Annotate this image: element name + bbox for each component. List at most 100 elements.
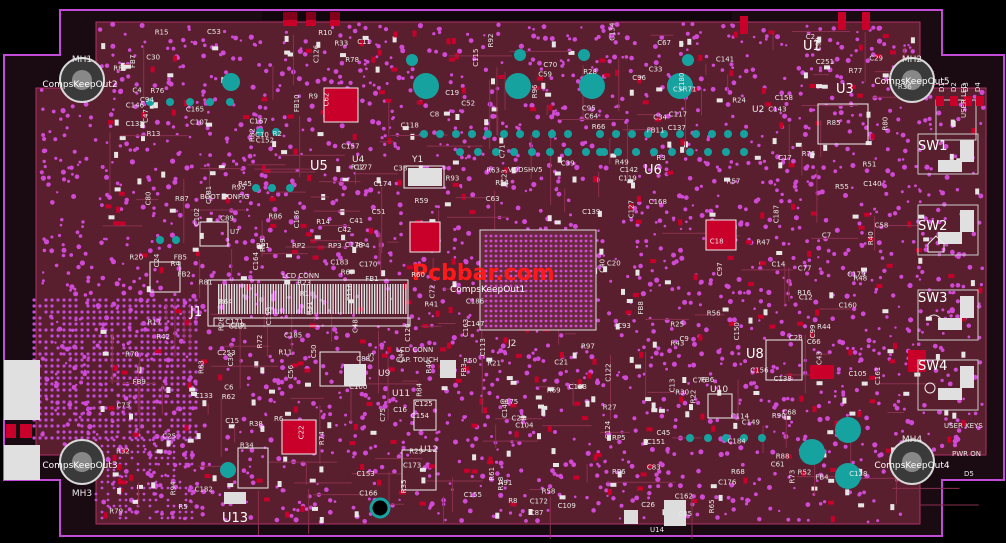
- refdes-label: C67: [657, 39, 671, 47]
- refdes-label: R28: [583, 68, 597, 76]
- refdes-label: R11: [278, 348, 292, 356]
- label-u5: U5: [310, 159, 328, 174]
- refdes-label: R19: [259, 238, 267, 252]
- refdes-label: R88: [776, 452, 790, 460]
- label-user-keys: USER KEYS: [944, 422, 983, 430]
- left-edge-connector: [4, 360, 40, 480]
- refdes-label: R36: [898, 83, 912, 91]
- refdes-label: R46: [425, 359, 433, 373]
- refdes-label: C26: [641, 501, 655, 509]
- refdes-label: R27: [603, 404, 617, 412]
- refdes-label: C133: [195, 392, 213, 400]
- refdes-label: C89: [220, 215, 234, 223]
- refdes-label: R31: [306, 301, 314, 315]
- refdes-label: R15: [155, 29, 169, 37]
- refdes-label: R40: [867, 231, 875, 245]
- refdes-label: C134: [609, 22, 617, 41]
- refdes-label: R25: [670, 321, 684, 329]
- refdes-label: C43: [815, 351, 823, 365]
- refdes-label: C163: [462, 319, 470, 337]
- refdes-label: R62: [222, 393, 236, 401]
- refdes-label: R64: [219, 298, 233, 306]
- refdes-label: C30: [146, 54, 160, 62]
- refdes-label: C139: [582, 208, 600, 216]
- label-j2: J2: [507, 339, 516, 349]
- refdes-label: C164: [252, 251, 260, 270]
- refdes-label: C56: [287, 364, 295, 378]
- refdes-label: C125: [415, 400, 433, 408]
- refdes-label: C159: [265, 307, 273, 325]
- refdes-label: C171: [225, 318, 243, 326]
- label-u10: U10: [710, 385, 728, 395]
- refdes-label: R86: [268, 213, 282, 221]
- refdes-label: R65: [708, 499, 716, 513]
- refdes-label: C136: [293, 210, 301, 229]
- refdes-label: R68: [731, 468, 745, 476]
- label-u13: U13: [222, 511, 248, 526]
- refdes-label: R57: [727, 177, 741, 185]
- refdes-label: C15: [225, 417, 239, 425]
- label-u3: U3: [836, 82, 854, 97]
- label-u9: U9: [378, 369, 391, 379]
- refdes-label: R60: [411, 271, 425, 279]
- refdes-label: C153: [357, 470, 375, 478]
- refdes-label: R22: [690, 390, 698, 404]
- refdes-label: C184: [728, 437, 747, 445]
- refdes-label: C182: [195, 486, 213, 494]
- refdes-label: C183: [330, 258, 348, 266]
- refdes-label: R73: [788, 470, 796, 484]
- refdes-label: C137: [668, 124, 686, 132]
- refdes-label: C107: [190, 119, 208, 127]
- watermark-text: Pcbbar.com: [412, 261, 555, 286]
- refdes-label: C186: [466, 298, 485, 306]
- refdes-label: R84: [416, 382, 424, 396]
- refdes-label: R66: [592, 123, 606, 131]
- label-u14: U14: [650, 526, 665, 534]
- refdes-label: C45: [657, 429, 671, 437]
- refdes-label: R12: [351, 163, 365, 171]
- refdes-label: R94: [170, 481, 178, 495]
- refdes-label: C29: [869, 55, 883, 63]
- refdes-label: R44: [817, 323, 831, 331]
- keepout-2-label: CompsKeepOut2: [42, 80, 117, 90]
- refdes-label: C253: [217, 349, 235, 357]
- label-j1: J1: [189, 305, 202, 320]
- refdes-label: C73: [117, 402, 131, 410]
- refdes-label: C142: [620, 166, 638, 174]
- refdes-label: C96: [632, 74, 646, 82]
- refdes-label: R14: [316, 218, 330, 226]
- pcb-canvas: MH1 MH2 MH3 MH4 CompsKeepOut2 CompsKeepO…: [0, 0, 1006, 543]
- refdes-label: R71: [683, 85, 697, 93]
- refdes-label: C72: [429, 285, 437, 299]
- label-y1: Y1: [411, 155, 423, 165]
- refdes-label: C22: [298, 425, 306, 439]
- label-rp3: RP3: [328, 242, 342, 250]
- refdes-label: R54: [495, 179, 509, 187]
- label-d2: D2: [950, 82, 958, 92]
- label-d4: D4: [974, 82, 982, 92]
- refdes-label: C4: [132, 87, 142, 95]
- refdes-label: C170: [359, 260, 377, 268]
- refdes-label: R74: [318, 431, 326, 445]
- refdes-label: R30: [675, 389, 689, 397]
- refdes-label: R96: [531, 84, 539, 98]
- refdes-label: C104: [515, 422, 534, 430]
- refdes-label: R13: [147, 130, 161, 138]
- refdes-label: R42: [156, 333, 170, 341]
- refdes-label: C61: [771, 460, 785, 468]
- refdes-label: R69: [547, 386, 561, 394]
- refdes-label: C109: [558, 502, 576, 510]
- refdes-label: C167: [250, 117, 268, 125]
- refdes-label: FB11: [647, 126, 665, 134]
- refdes-label: R5: [178, 503, 187, 511]
- label-rp6: RP6: [612, 468, 626, 476]
- label-sw3: SW3: [918, 291, 947, 306]
- refdes-label: R2: [273, 130, 282, 138]
- refdes-label: R87: [175, 195, 189, 203]
- refdes-label: C88: [356, 355, 370, 363]
- pcb-layout-view: MH1 MH2 MH3 MH4 CompsKeepOut2 CompsKeepO…: [0, 0, 1006, 543]
- refdes-label: R59: [415, 197, 429, 205]
- refdes-label: C102: [193, 208, 201, 226]
- refdes-label: R79: [109, 507, 123, 515]
- refdes-label: R8: [508, 497, 517, 505]
